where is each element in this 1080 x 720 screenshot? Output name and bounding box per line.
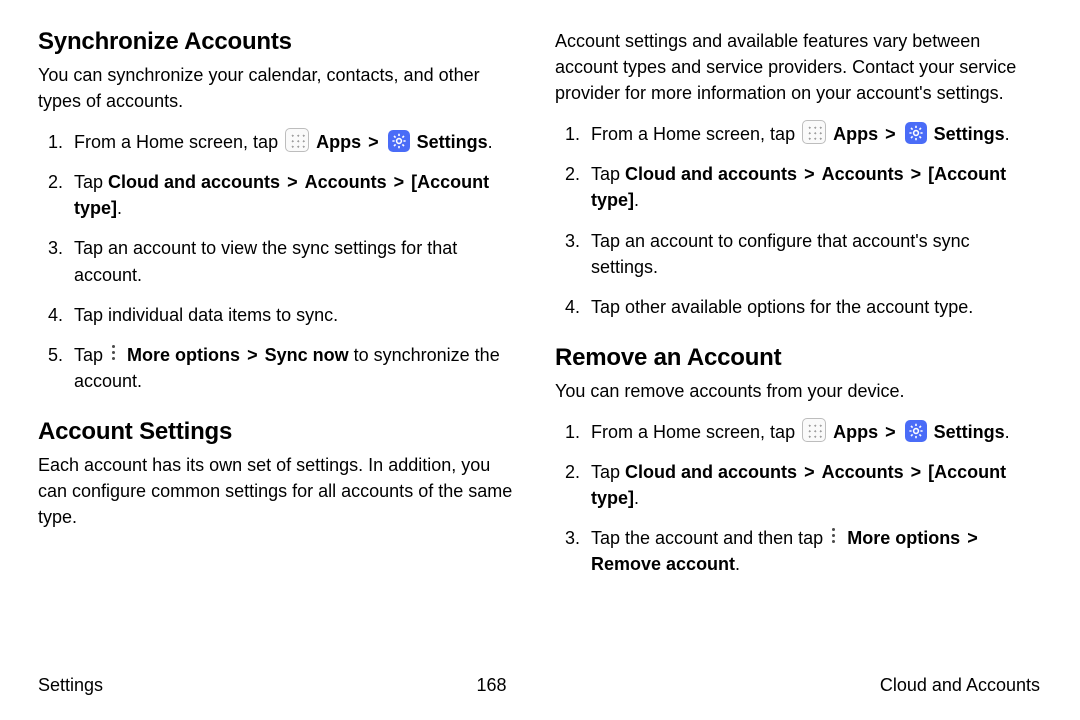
text: Tap [591, 462, 625, 482]
text: More options [127, 345, 240, 365]
sync-step-5: Tap More options > Sync now to synchroni… [68, 342, 523, 394]
sync-step-1: From a Home screen, tap Apps > Settings. [68, 128, 523, 155]
acct-step-3: Tap an account to configure that account… [585, 228, 1040, 280]
text: From a Home screen, tap [591, 124, 800, 144]
text: Cloud and accounts [625, 164, 797, 184]
apps-icon [802, 418, 826, 442]
account-settings-detail: Account settings and available features … [555, 28, 1040, 106]
remove-step-1: From a Home screen, tap Apps > Settings. [585, 418, 1040, 445]
sync-step-4: Tap individual data items to sync. [68, 302, 523, 328]
chevron-right-icon: > [802, 164, 817, 184]
chevron-right-icon: > [909, 164, 924, 184]
footer-right: Cloud and Accounts [880, 675, 1040, 696]
chevron-right-icon: > [883, 124, 898, 144]
chevron-right-icon: > [245, 345, 260, 365]
account-settings-intro: Each account has its own set of settings… [38, 452, 523, 530]
right-column: Account settings and available features … [555, 28, 1040, 601]
settings-icon [905, 420, 927, 442]
heading-account-settings: Account Settings [38, 418, 523, 446]
text: Tap the account and then tap [591, 528, 828, 548]
acct-step-2: Tap Cloud and accounts > Accounts > [Acc… [585, 161, 1040, 213]
heading-sync-accounts: Synchronize Accounts [38, 28, 523, 56]
apps-label: Apps [833, 124, 878, 144]
text: . [1005, 422, 1010, 442]
footer-page-number: 168 [476, 675, 506, 696]
text: . [488, 132, 493, 152]
sync-step-2: Tap Cloud and accounts > Accounts > [Acc… [68, 169, 523, 221]
text: Remove account [591, 554, 735, 574]
text: Sync now [265, 345, 349, 365]
apps-label: Apps [833, 422, 878, 442]
remove-intro: You can remove accounts from your device… [555, 378, 1040, 404]
settings-label: Settings [417, 132, 488, 152]
text: Tap [591, 164, 625, 184]
chevron-right-icon: > [366, 132, 381, 152]
chevron-right-icon: > [285, 172, 300, 192]
chevron-right-icon: > [883, 422, 898, 442]
columns: Synchronize Accounts You can synchronize… [38, 28, 1040, 601]
remove-step-3: Tap the account and then tap More option… [585, 525, 1040, 577]
account-settings-steps: From a Home screen, tap Apps > Settings.… [555, 120, 1040, 320]
apps-label: Apps [316, 132, 361, 152]
acct-step-4: Tap other available options for the acco… [585, 294, 1040, 320]
text: Tap [74, 345, 108, 365]
footer-left: Settings [38, 675, 103, 696]
sync-step-3: Tap an account to view the sync settings… [68, 235, 523, 287]
text: . [634, 190, 639, 210]
chevron-right-icon: > [965, 528, 980, 548]
text: Tap [74, 172, 108, 192]
text: From a Home screen, tap [74, 132, 283, 152]
remove-step-2: Tap Cloud and accounts > Accounts > [Acc… [585, 459, 1040, 511]
text: Accounts [822, 164, 904, 184]
settings-icon [388, 130, 410, 152]
document-page: Synchronize Accounts You can synchronize… [0, 0, 1080, 720]
more-options-icon [828, 527, 840, 547]
text: Cloud and accounts [108, 172, 280, 192]
chevron-right-icon: > [392, 172, 407, 192]
chevron-right-icon: > [802, 462, 817, 482]
text: Cloud and accounts [625, 462, 797, 482]
sync-intro: You can synchronize your calendar, conta… [38, 62, 523, 114]
settings-label: Settings [934, 422, 1005, 442]
text: . [735, 554, 740, 574]
chevron-right-icon: > [909, 462, 924, 482]
text: . [117, 198, 122, 218]
text: . [1005, 124, 1010, 144]
settings-icon [905, 122, 927, 144]
text: Accounts [305, 172, 387, 192]
text: From a Home screen, tap [591, 422, 800, 442]
text: More options [847, 528, 960, 548]
page-footer: Settings 168 Cloud and Accounts [38, 675, 1040, 696]
sync-steps: From a Home screen, tap Apps > Settings.… [38, 128, 523, 394]
acct-step-1: From a Home screen, tap Apps > Settings. [585, 120, 1040, 147]
text: . [634, 488, 639, 508]
apps-icon [285, 128, 309, 152]
left-column: Synchronize Accounts You can synchronize… [38, 28, 523, 601]
remove-steps: From a Home screen, tap Apps > Settings.… [555, 418, 1040, 577]
heading-remove-account: Remove an Account [555, 344, 1040, 372]
settings-label: Settings [934, 124, 1005, 144]
text: Accounts [822, 462, 904, 482]
more-options-icon [108, 344, 120, 364]
apps-icon [802, 120, 826, 144]
